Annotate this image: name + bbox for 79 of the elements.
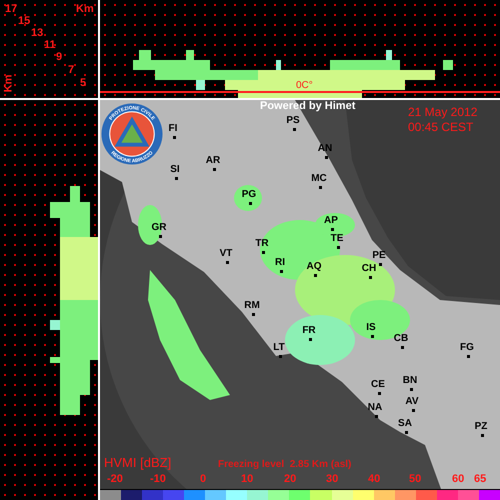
scale-tick-label: -20 xyxy=(107,473,123,485)
city-marker-icon xyxy=(331,228,334,231)
city-marker-icon xyxy=(249,202,252,205)
city-label: AV xyxy=(404,397,420,407)
product-label: HVMI [dBZ] xyxy=(104,455,172,470)
city-label: RM xyxy=(243,301,261,311)
scale-tick-label: 60 xyxy=(452,473,464,485)
city-marker-icon xyxy=(213,168,216,171)
city-label: CB xyxy=(392,334,410,344)
scale-tick-label: 40 xyxy=(368,473,380,485)
city-marker-icon xyxy=(325,156,328,159)
city-marker-icon xyxy=(481,434,484,437)
city-marker-icon xyxy=(293,128,296,131)
city-label: PZ xyxy=(474,422,488,432)
scale-tick-label: 20 xyxy=(284,473,296,485)
city-marker-icon xyxy=(314,274,317,277)
city-label: AP xyxy=(323,216,339,226)
city-marker-icon xyxy=(337,246,340,249)
city-label: CH xyxy=(360,264,378,274)
freezing-level-text: Freezing level 2.85 Km (asl) xyxy=(218,459,352,470)
city-marker-icon xyxy=(309,338,312,341)
city-label: CE xyxy=(370,380,386,390)
city-label: NA xyxy=(366,403,384,413)
height-label: 13 xyxy=(31,28,44,39)
city-label: LT xyxy=(272,343,286,353)
city-marker-icon xyxy=(378,392,381,395)
height-label: 9 xyxy=(56,52,62,63)
city-marker-icon xyxy=(173,136,176,139)
unit-label: Km xyxy=(3,74,14,92)
city-label: FR xyxy=(301,326,317,336)
scale-tick-label: 10 xyxy=(241,473,254,485)
time-text: 00:45 CEST xyxy=(408,120,474,134)
city-marker-icon xyxy=(319,186,322,189)
scale-tick-label: -10 xyxy=(150,473,166,485)
city-label: AQ xyxy=(306,262,322,272)
city-marker-icon xyxy=(159,235,162,238)
scale-tick-label: 30 xyxy=(326,473,338,485)
height-label: 17 xyxy=(5,4,18,15)
city-marker-icon xyxy=(175,177,178,180)
city-marker-icon xyxy=(379,263,382,266)
city-marker-icon xyxy=(279,355,282,358)
city-marker-icon xyxy=(262,251,265,254)
scale-tick-label: 65 xyxy=(474,473,486,485)
city-label: FI xyxy=(168,124,178,134)
city-label: RI xyxy=(274,258,286,268)
city-label: FG xyxy=(459,343,475,353)
height-label: 11 xyxy=(44,40,56,51)
city-label: SI xyxy=(169,165,181,175)
city-label: TE xyxy=(330,234,344,244)
city-label: AR xyxy=(204,156,222,166)
city-marker-icon xyxy=(369,276,372,279)
city-marker-icon xyxy=(252,313,255,316)
city-marker-icon xyxy=(412,409,415,412)
height-label: 5 xyxy=(80,78,86,89)
city-marker-icon xyxy=(280,270,283,273)
date-text: 21 May 2012 xyxy=(408,105,478,119)
city-marker-icon xyxy=(226,261,229,264)
city-label: VT xyxy=(218,249,234,259)
unit-label: Km xyxy=(76,4,94,15)
height-label: 15 xyxy=(18,16,30,27)
city-marker-icon xyxy=(467,355,470,358)
city-label: PG xyxy=(240,190,258,200)
city-marker-icon xyxy=(371,335,374,338)
city-label: BN xyxy=(402,376,418,386)
scale-tick-label: 50 xyxy=(409,473,422,485)
city-marker-icon xyxy=(410,388,413,391)
city-label: PE xyxy=(371,251,387,261)
city-marker-icon xyxy=(405,431,408,434)
city-label: SA xyxy=(397,419,413,429)
freezing-level-label: 0C° xyxy=(296,81,313,91)
city-marker-icon xyxy=(401,346,404,349)
city-label: GR xyxy=(150,223,168,233)
city-marker-icon xyxy=(375,415,378,418)
scale-tick-label: 0 xyxy=(200,473,206,485)
city-label: MC xyxy=(310,174,328,184)
city-label: TR xyxy=(254,239,270,249)
city-label: IS xyxy=(365,323,377,333)
height-label: 7 xyxy=(68,65,74,76)
city-label: PS xyxy=(285,116,301,126)
